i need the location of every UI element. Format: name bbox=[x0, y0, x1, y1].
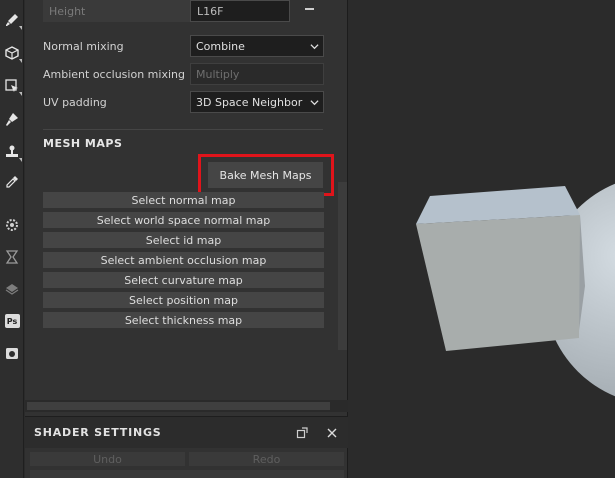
cursor-select-icon bbox=[5, 79, 18, 92]
eyedropper-icon bbox=[6, 176, 18, 188]
normal-mixing-dropdown[interactable]: Combine bbox=[190, 35, 324, 57]
height-format-value: L16F bbox=[197, 4, 224, 18]
height-label: Height bbox=[49, 4, 86, 18]
select-ambient-occlusion-map-button[interactable]: Select ambient occlusion map bbox=[43, 252, 324, 268]
select-thickness-map-button[interactable]: Select thickness map bbox=[43, 312, 324, 328]
select-normal-map-button[interactable]: Select normal map bbox=[43, 192, 324, 208]
camera-tool[interactable] bbox=[0, 341, 24, 365]
normal-mixing-label: Normal mixing bbox=[43, 39, 124, 53]
camera-icon bbox=[6, 348, 18, 359]
section-divider bbox=[43, 129, 323, 130]
annotation-highlight-box bbox=[198, 154, 334, 196]
select-id-map-button[interactable]: Select id map bbox=[43, 232, 324, 248]
properties-panel: Height L16F Normal mixing Combine Ambien… bbox=[25, 0, 348, 478]
uv-padding-value: 3D Space Neighbor bbox=[196, 95, 303, 109]
eyedropper-tool[interactable] bbox=[0, 170, 24, 194]
smudge-tool[interactable] bbox=[0, 107, 24, 131]
smudge-icon bbox=[6, 113, 18, 126]
undo-button[interactable]: Undo bbox=[30, 452, 185, 466]
height-row: Height bbox=[43, 0, 213, 22]
paint-brush-tool[interactable] bbox=[0, 8, 24, 32]
stamp-icon bbox=[6, 145, 18, 157]
cursor-select-tool[interactable] bbox=[0, 74, 24, 98]
ao-mixing-field: Multiply bbox=[190, 63, 324, 85]
undock-icon[interactable] bbox=[296, 427, 308, 439]
hourglass-icon bbox=[5, 250, 19, 264]
uv-padding-dropdown[interactable]: 3D Space Neighbor bbox=[190, 91, 324, 113]
chevron-down-icon bbox=[310, 44, 319, 50]
settings-cog-icon bbox=[6, 219, 18, 231]
hourglass-tool[interactable] bbox=[0, 245, 24, 269]
remove-channel-icon[interactable] bbox=[305, 8, 314, 10]
select-world-space-normal-map-button[interactable]: Select world space normal map bbox=[43, 212, 324, 228]
stamp-tool[interactable] bbox=[0, 140, 24, 164]
cube-select-icon bbox=[5, 46, 19, 60]
photoshop-tool[interactable]: Ps bbox=[0, 309, 24, 333]
height-format-dropdown[interactable]: L16F bbox=[190, 0, 290, 22]
tool-strip: Ps bbox=[0, 0, 24, 478]
shader-settings-content bbox=[30, 470, 344, 478]
cube-front-face bbox=[416, 215, 580, 351]
ao-mixing-placeholder: Multiply bbox=[196, 67, 240, 81]
paint-brush-icon bbox=[6, 14, 18, 26]
shader-settings-header: SHADER SETTINGS bbox=[25, 416, 348, 448]
3d-viewport[interactable] bbox=[349, 0, 615, 478]
select-position-map-button[interactable]: Select position map bbox=[43, 292, 324, 308]
redo-button[interactable]: Redo bbox=[189, 452, 344, 466]
vertical-scrollbar[interactable] bbox=[338, 182, 347, 350]
layers-icon bbox=[5, 284, 19, 295]
ao-mixing-label: Ambient occlusion mixing bbox=[43, 67, 185, 81]
viewport-scene bbox=[416, 183, 615, 397]
shader-settings-title: SHADER SETTINGS bbox=[34, 426, 162, 439]
uv-padding-label: UV padding bbox=[43, 95, 107, 109]
normal-mixing-value: Combine bbox=[196, 39, 245, 53]
mesh-maps-title: MESH MAPS bbox=[43, 137, 123, 150]
chevron-down-icon bbox=[310, 100, 319, 106]
select-curvature-map-button[interactable]: Select curvature map bbox=[43, 272, 324, 288]
layers-tool[interactable] bbox=[0, 277, 24, 301]
close-icon[interactable] bbox=[326, 427, 338, 439]
cube-select-tool[interactable] bbox=[0, 41, 24, 65]
settings-cog-tool[interactable] bbox=[0, 213, 24, 237]
horizontal-scrollbar[interactable] bbox=[27, 402, 330, 410]
photoshop-icon: Ps bbox=[4, 314, 20, 328]
